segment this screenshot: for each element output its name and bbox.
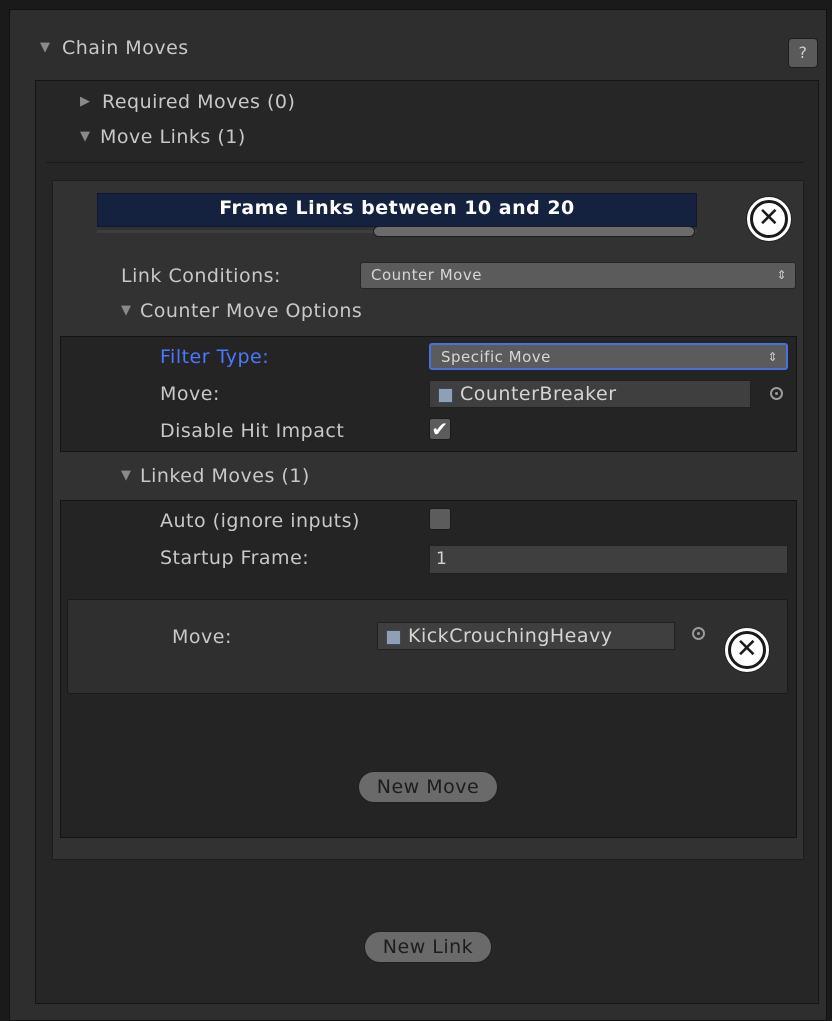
counter-move-value: CounterBreaker xyxy=(460,383,617,405)
required-moves-collapsed-icon[interactable]: ▶ xyxy=(80,90,91,114)
linked-moves-foldout[interactable]: Linked Moves (1) xyxy=(140,464,310,488)
linked-move-label: Move: xyxy=(172,626,232,648)
chain-moves-expanded-icon[interactable]: ▼ xyxy=(40,36,51,60)
filter-type-value: Specific Move xyxy=(441,348,551,366)
counter-move-options-foldout[interactable]: Counter Move Options xyxy=(140,299,362,323)
object-picker-icon[interactable] xyxy=(770,387,783,400)
move-links-expanded-icon[interactable]: ▼ xyxy=(80,125,91,149)
filter-type-dropdown[interactable]: Specific Move ⇕ xyxy=(429,343,788,370)
auto-checkbox[interactable] xyxy=(429,508,451,530)
help-button[interactable]: ? xyxy=(788,38,818,68)
frame-range-label: Frame Links between 10 and 20 xyxy=(219,197,575,219)
move-asset-icon xyxy=(386,630,401,645)
linked-move-field[interactable]: KickCrouchingHeavy xyxy=(377,622,675,650)
remove-linked-move-button[interactable]: ✕ xyxy=(724,627,770,673)
link-conditions-dropdown[interactable]: Counter Move ⇕ xyxy=(360,262,796,289)
frame-range-handle[interactable] xyxy=(373,226,695,237)
linked-move-value: KickCrouchingHeavy xyxy=(408,625,613,647)
required-moves-foldout[interactable]: Required Moves (0) xyxy=(102,90,295,114)
counter-move-options-expanded-icon[interactable]: ▼ xyxy=(121,299,132,323)
auto-label: Auto (ignore inputs) xyxy=(160,510,360,532)
startup-frame-input[interactable]: 1 xyxy=(429,545,788,574)
object-picker-icon[interactable] xyxy=(692,627,705,640)
circle-x-icon: ✕ xyxy=(750,200,788,238)
move-asset-icon xyxy=(438,388,453,403)
move-links-foldout[interactable]: Move Links (1) xyxy=(100,125,246,149)
updown-arrows-icon: ⇕ xyxy=(767,350,778,364)
disable-hit-impact-checkbox[interactable]: ✔ xyxy=(429,418,451,440)
linked-moves-expanded-icon[interactable]: ▼ xyxy=(121,464,132,488)
remove-link-button[interactable]: ✕ xyxy=(746,196,792,242)
chain-moves-foldout[interactable]: Chain Moves xyxy=(62,36,189,60)
filter-type-label: Filter Type: xyxy=(160,346,270,368)
link-conditions-label: Link Conditions: xyxy=(121,265,281,287)
counter-move-label: Move: xyxy=(160,383,220,405)
link-conditions-value: Counter Move xyxy=(371,266,482,284)
updown-arrows-icon: ⇕ xyxy=(776,268,787,282)
counter-move-field[interactable]: CounterBreaker xyxy=(429,380,751,408)
new-move-button[interactable]: New Move xyxy=(358,771,498,803)
new-link-button[interactable]: New Link xyxy=(364,931,492,963)
disable-hit-impact-label: Disable Hit Impact xyxy=(160,420,345,442)
circle-x-icon: ✕ xyxy=(728,631,766,669)
startup-frame-label: Startup Frame: xyxy=(160,547,310,569)
